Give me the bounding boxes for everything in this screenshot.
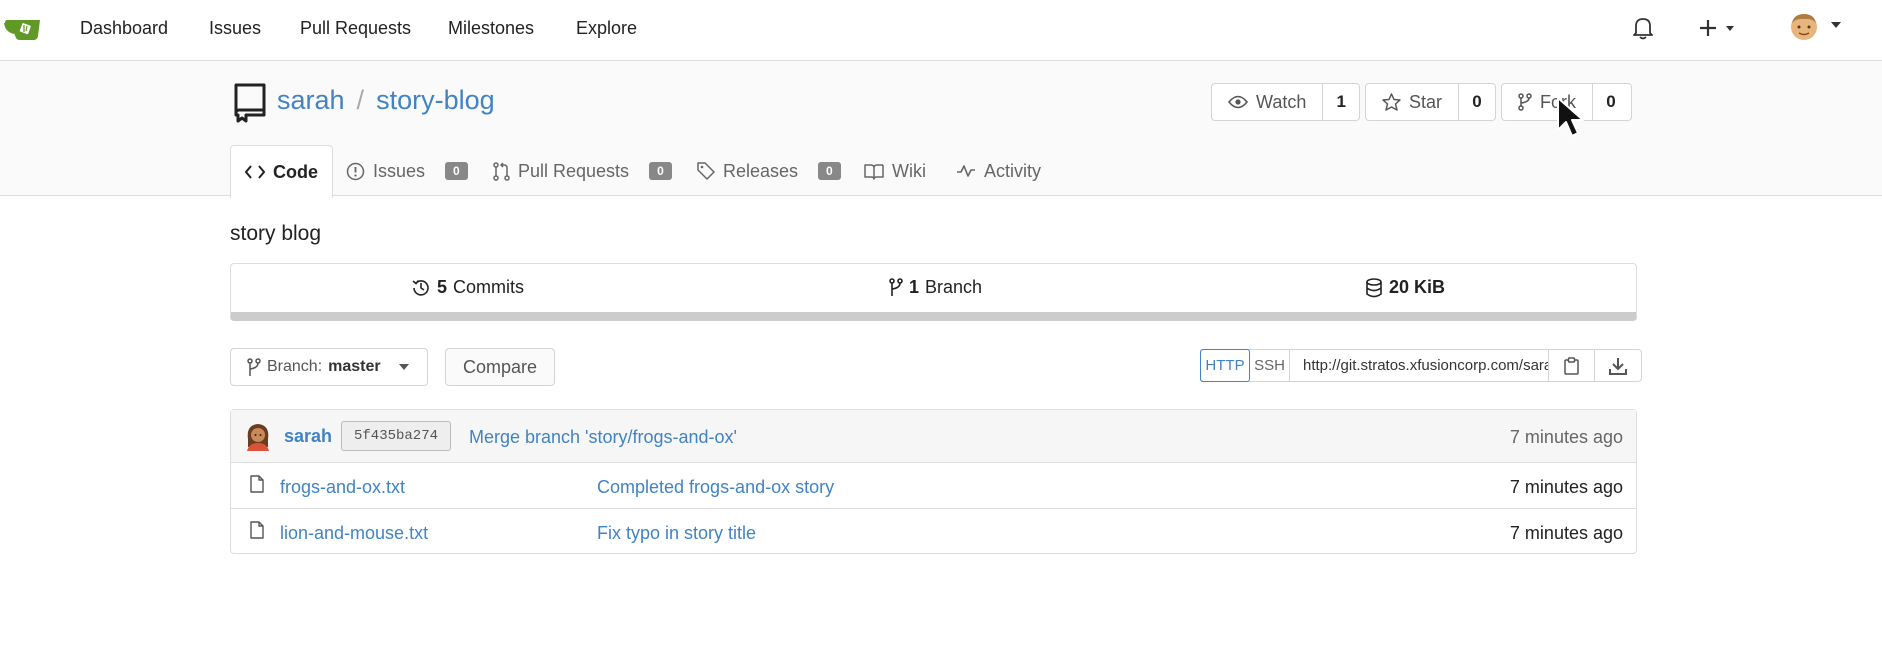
- branch-prefix: Branch:: [267, 358, 323, 375]
- tab-wiki-label: Wiki: [892, 160, 926, 181]
- fork-icon: [1518, 93, 1532, 111]
- repo-description: story blog: [230, 222, 322, 245]
- tab-activity-label: Activity: [984, 160, 1042, 181]
- watch-count[interactable]: 1: [1323, 84, 1359, 120]
- repo-stats-bar: 5 Commits 1 Branch 20 KiB: [230, 263, 1637, 321]
- star-count[interactable]: 0: [1459, 84, 1495, 120]
- user-avatar-icon: [1791, 14, 1841, 40]
- nav-issues[interactable]: Issues: [209, 18, 261, 39]
- file-name-link[interactable]: frogs-and-ox.txt: [280, 477, 405, 498]
- commits-count: 5: [437, 277, 448, 297]
- file-commit-time: 7 minutes ago: [1509, 523, 1623, 543]
- file-row: lion-and-mouse.txt Fix typo in story tit…: [231, 509, 1636, 555]
- repo-book-icon: [234, 83, 266, 123]
- tab-wiki[interactable]: Wiki: [864, 145, 926, 197]
- tab-releases[interactable]: Releases 0: [697, 145, 841, 197]
- history-icon: [412, 279, 429, 296]
- nav-dashboard[interactable]: Dashboard: [80, 18, 168, 39]
- ssh-button[interactable]: SSH: [1250, 350, 1290, 381]
- file-row: frogs-and-ox.txt Completed frogs-and-ox …: [231, 463, 1636, 509]
- watch-button[interactable]: Watch: [1212, 84, 1324, 120]
- code-icon: [245, 165, 265, 179]
- compare-button[interactable]: Compare: [445, 348, 555, 386]
- commits-label: Commits: [453, 277, 525, 297]
- file-icon: [250, 521, 264, 539]
- eye-icon: [1228, 95, 1248, 109]
- branch-icon: [247, 357, 261, 376]
- star-button[interactable]: Star: [1366, 84, 1460, 120]
- branch-selector[interactable]: Branch: master: [230, 348, 428, 386]
- tab-pull-requests[interactable]: Pull Requests 0: [493, 145, 672, 197]
- create-new-icon[interactable]: [1699, 18, 1739, 38]
- nav-milestones[interactable]: Milestones: [448, 18, 534, 39]
- pull-request-icon: [493, 161, 510, 181]
- clone-url-bar: HTTP SSH http://git.stratos.xfusioncorp.…: [1200, 349, 1642, 382]
- top-navbar: Dashboard Issues Pull Requests Milestone…: [0, 0, 1882, 61]
- nav-pull-requests[interactable]: Pull Requests: [300, 18, 411, 39]
- file-commit-message[interactable]: Fix typo in story title: [597, 523, 756, 544]
- star-button-group: Star 0: [1365, 83, 1496, 121]
- file-table: sarah 5f435ba274 Merge branch 'story/fro…: [230, 409, 1637, 554]
- repo-name-link[interactable]: story-blog: [376, 85, 495, 115]
- clone-url-input[interactable]: http://git.stratos.xfusioncorp.com/sarah…: [1290, 350, 1549, 381]
- tab-issues-label: Issues: [373, 160, 426, 181]
- file-icon: [250, 475, 264, 493]
- http-button[interactable]: HTTP: [1200, 349, 1250, 382]
- branch-icon: [889, 278, 903, 296]
- commits-stat[interactable]: 5 Commits: [411, 277, 524, 298]
- tab-issues[interactable]: Issues 0: [346, 145, 468, 197]
- star-icon: [1382, 93, 1401, 111]
- chevron-down-icon: [398, 364, 409, 370]
- author-avatar-icon: [247, 424, 269, 451]
- clipboard-icon: [1564, 356, 1579, 375]
- book-icon: [864, 163, 884, 180]
- path-separator: /: [356, 85, 365, 115]
- repo-title: sarah / story-blog: [277, 85, 495, 116]
- copy-url-button[interactable]: [1549, 350, 1595, 381]
- issue-icon: [346, 162, 365, 180]
- branch-count: 1: [909, 277, 920, 297]
- size-stat: 20 KiB: [1365, 277, 1445, 298]
- commit-sha[interactable]: 5f435ba274: [341, 421, 452, 451]
- releases-count-badge: 0: [818, 162, 841, 180]
- tab-activity[interactable]: Activity: [956, 145, 1041, 197]
- fork-count[interactable]: 0: [1593, 84, 1629, 120]
- user-avatar-menu[interactable]: [1788, 12, 1848, 47]
- file-commit-time: 7 minutes ago: [1509, 477, 1623, 497]
- commit-message[interactable]: Merge branch 'story/frogs-and-ox': [469, 427, 737, 448]
- tab-code-label: Code: [273, 161, 318, 182]
- tab-code[interactable]: Code: [230, 145, 333, 198]
- tab-releases-label: Releases: [723, 160, 799, 181]
- repo-size: 20 KiB: [1389, 277, 1446, 297]
- download-icon: [1609, 357, 1627, 375]
- file-name-link[interactable]: lion-and-mouse.txt: [280, 523, 428, 544]
- commit-time: 7 minutes ago: [1509, 427, 1623, 447]
- file-commit-message[interactable]: Completed frogs-and-ox story: [597, 477, 834, 498]
- watch-button-group: Watch 1: [1211, 83, 1360, 121]
- pulls-count-badge: 0: [649, 162, 672, 180]
- watch-label: Watch: [1256, 91, 1307, 112]
- issues-count-badge: 0: [445, 162, 468, 180]
- latest-commit-row: sarah 5f435ba274 Merge branch 'story/fro…: [231, 410, 1636, 463]
- bell-icon[interactable]: [1632, 16, 1654, 40]
- tab-pull-requests-label: Pull Requests: [518, 160, 630, 181]
- branch-label: Branch: [925, 277, 983, 297]
- nav-explore[interactable]: Explore: [576, 18, 637, 39]
- gitea-logo-icon[interactable]: [4, 14, 42, 42]
- branch-stat[interactable]: 1 Branch: [889, 277, 982, 298]
- mouse-cursor-icon: [1557, 97, 1584, 137]
- current-branch: master: [328, 358, 381, 375]
- database-icon: [1366, 277, 1382, 297]
- download-button[interactable]: [1595, 350, 1641, 381]
- repo-owner-link[interactable]: sarah: [277, 85, 345, 115]
- tag-icon: [697, 162, 715, 180]
- star-label: Star: [1409, 91, 1443, 112]
- commit-author[interactable]: sarah: [284, 426, 332, 447]
- pulse-icon: [957, 165, 975, 177]
